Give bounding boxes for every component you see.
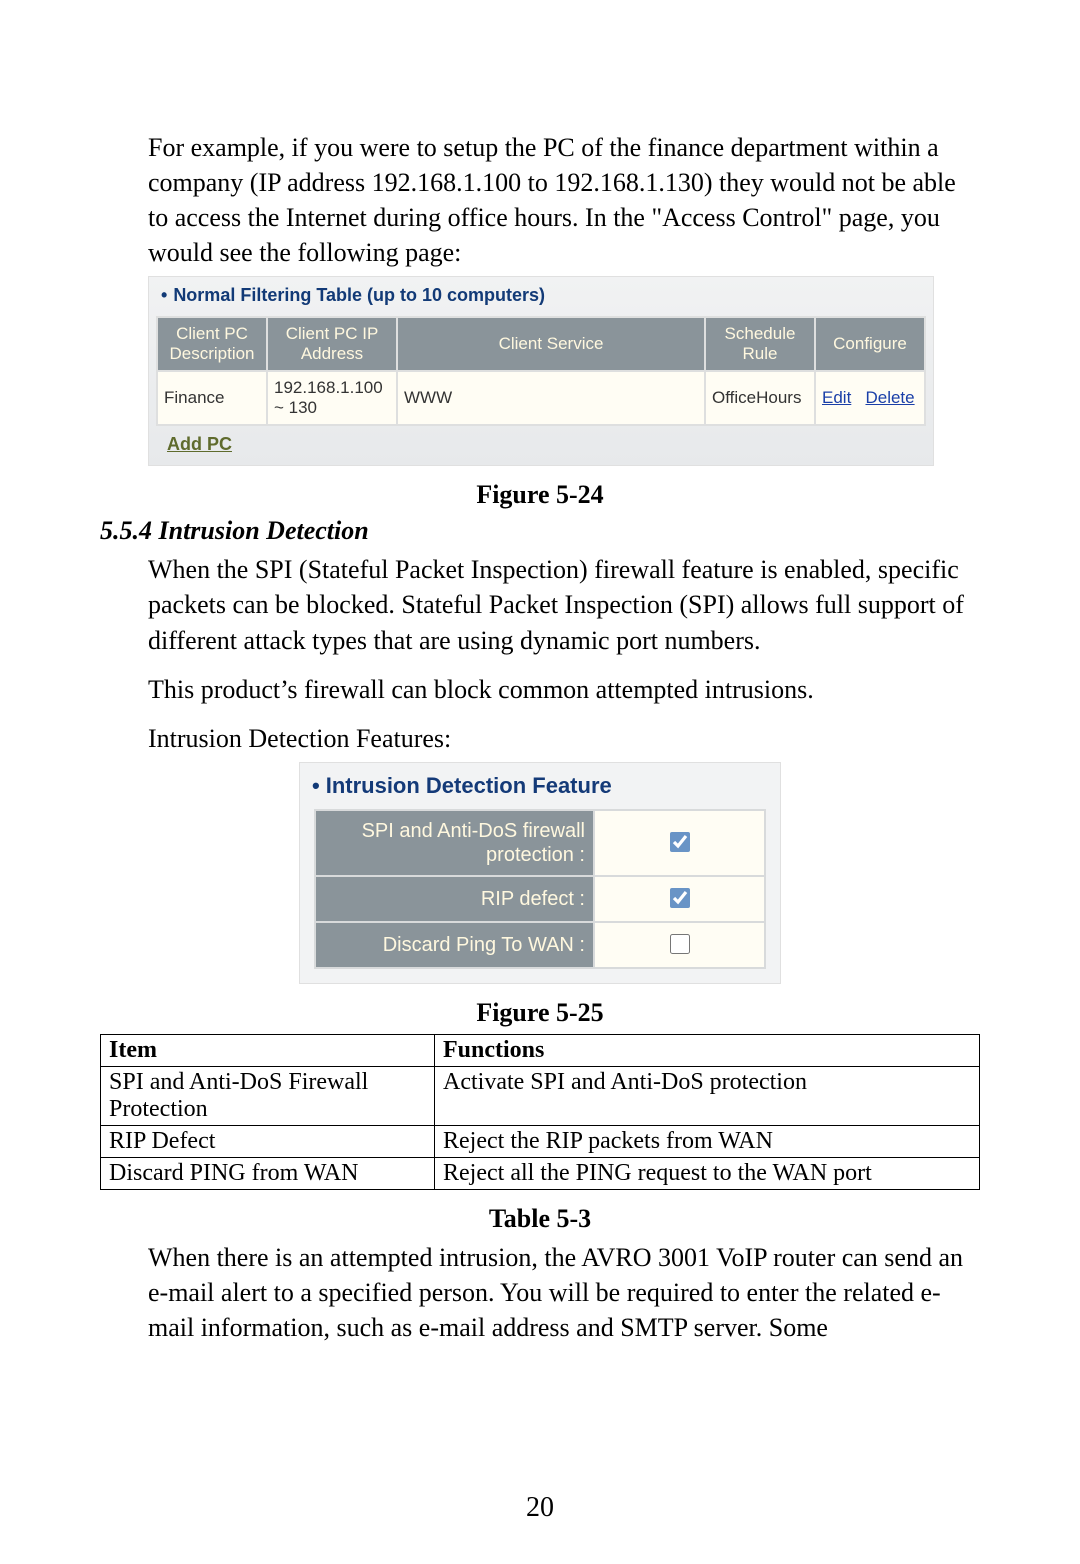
cell-configure: Edit Delete: [815, 371, 925, 425]
cell-ip: 192.168.1.100 ~ 130: [267, 371, 397, 425]
section-heading-intrusion-detection: 5.5.4 Intrusion Detection: [100, 516, 980, 546]
idf-value-rip: [594, 876, 765, 922]
table-row: Finance 192.168.1.100 ~ 130 WWW OfficeHo…: [157, 371, 925, 425]
idf-label-spi: SPI and Anti-DoS firewall protection :: [315, 810, 594, 876]
col-configure: Configure: [815, 317, 925, 371]
table-5-3-caption: Table 5-3: [100, 1204, 980, 1234]
cell-item: RIP Defect: [101, 1125, 435, 1157]
ping-checkbox[interactable]: [670, 934, 690, 954]
col-client-ip: Client PC IP Address: [267, 317, 397, 371]
cell-item: Discard PING from WAN: [101, 1157, 435, 1189]
cell-func: Reject the RIP packets from WAN: [435, 1125, 980, 1157]
col-schedule-rule: Schedule Rule: [705, 317, 815, 371]
idf-value-ping: [594, 922, 765, 968]
col-client-desc: Client PC Description: [157, 317, 267, 371]
idf-value-spi: [594, 810, 765, 876]
paragraph-tail: When there is an attempted intrusion, th…: [148, 1240, 980, 1345]
figure-5-25-caption: Figure 5-25: [100, 998, 980, 1028]
table-row: RIP Defect Reject the RIP packets from W…: [101, 1125, 980, 1157]
spi-checkbox[interactable]: [670, 832, 690, 852]
paragraph-intro: For example, if you were to setup the PC…: [148, 130, 980, 270]
filtering-table-screenshot: • Normal Filtering Table (up to 10 comput…: [148, 276, 934, 466]
bullet-icon: •: [312, 773, 320, 798]
table-header-row: Client PC Description Client PC IP Addre…: [157, 317, 925, 371]
cell-rule: OfficeHours: [705, 371, 815, 425]
table-row: Discard PING from WAN Reject all the PIN…: [101, 1157, 980, 1189]
paragraph-spi-1: When the SPI (Stateful Packet Inspection…: [148, 552, 980, 657]
add-pc-link[interactable]: Add PC: [149, 434, 232, 465]
col-client-service: Client Service: [397, 317, 705, 371]
idf-row-spi: SPI and Anti-DoS firewall protection :: [315, 810, 765, 876]
paragraph-spi-3: Intrusion Detection Features:: [148, 721, 980, 756]
col-item: Item: [101, 1034, 435, 1066]
intrusion-feature-title-text: Intrusion Detection Feature: [326, 773, 612, 798]
table-row: SPI and Anti-DoS Firewall Protection Act…: [101, 1066, 980, 1125]
bullet-icon: •: [161, 285, 167, 305]
filtering-table: Client PC Description Client PC IP Addre…: [156, 316, 926, 426]
figure-5-24-caption: Figure 5-24: [100, 480, 980, 510]
delete-link[interactable]: Delete: [865, 388, 914, 407]
idf-label-rip: RIP defect :: [315, 876, 594, 922]
idf-row-rip: RIP defect :: [315, 876, 765, 922]
paragraph-spi-2: This product’s firewall can block common…: [148, 672, 980, 707]
page-number: 20: [0, 1492, 1080, 1524]
cell-service: WWW: [397, 371, 705, 425]
page: For example, if you were to setup the PC…: [0, 0, 1080, 1564]
cell-desc: Finance: [157, 371, 267, 425]
intrusion-feature-table: SPI and Anti-DoS firewall protection : R…: [314, 809, 766, 969]
cell-item: SPI and Anti-DoS Firewall Protection: [101, 1066, 435, 1125]
col-functions: Functions: [435, 1034, 980, 1066]
rip-checkbox[interactable]: [670, 888, 690, 908]
idf-row-ping: Discard Ping To WAN :: [315, 922, 765, 968]
edit-link[interactable]: Edit: [822, 388, 851, 407]
cell-func: Reject all the PING request to the WAN p…: [435, 1157, 980, 1189]
filtering-table-title-text: Normal Filtering Table (up to 10 compute…: [173, 285, 545, 305]
idf-label-ping: Discard Ping To WAN :: [315, 922, 594, 968]
filtering-table-title: • Normal Filtering Table (up to 10 comput…: [149, 277, 933, 316]
intrusion-feature-screenshot: •Intrusion Detection Feature SPI and Ant…: [299, 762, 781, 984]
functions-table: Item Functions SPI and Anti-DoS Firewall…: [100, 1034, 980, 1190]
intrusion-feature-title: •Intrusion Detection Feature: [300, 763, 780, 809]
table-header-row: Item Functions: [101, 1034, 980, 1066]
cell-func: Activate SPI and Anti-DoS protection: [435, 1066, 980, 1125]
